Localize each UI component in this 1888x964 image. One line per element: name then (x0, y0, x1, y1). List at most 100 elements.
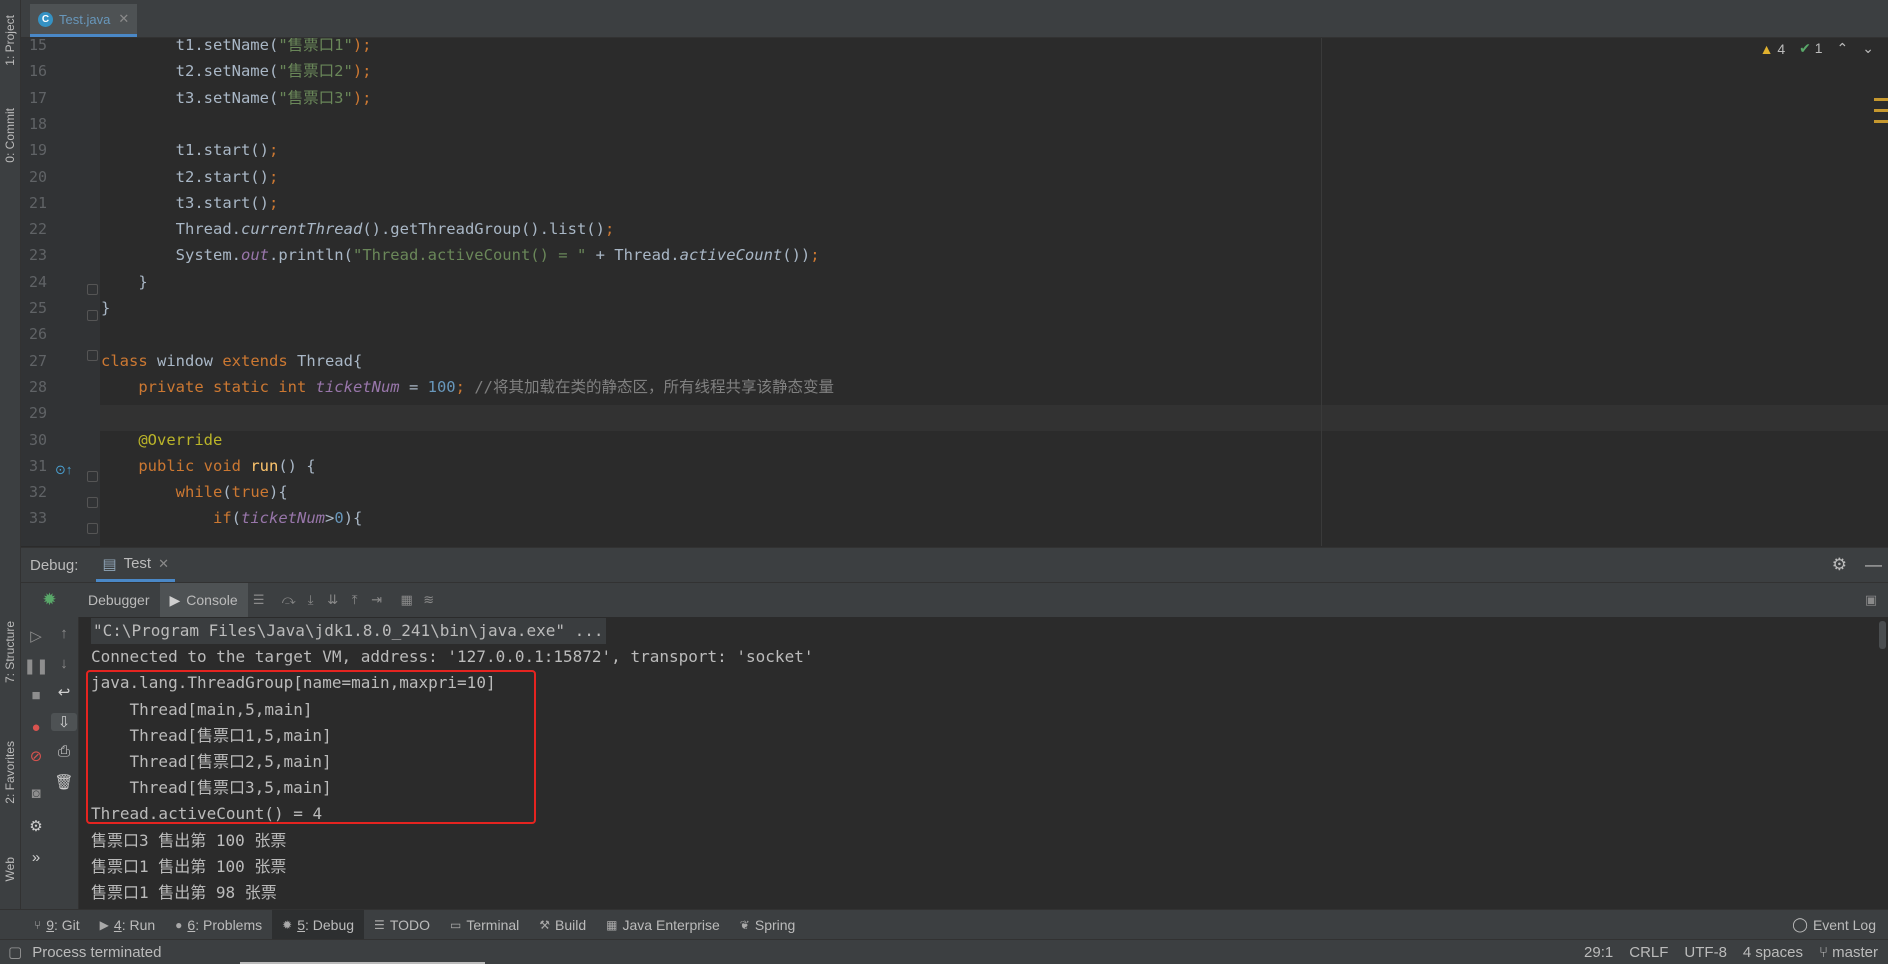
camera-icon[interactable]: ◙ (23, 785, 49, 802)
error-stripe[interactable] (1874, 98, 1888, 131)
previous-highlight-icon[interactable]: ⌃ (1837, 40, 1849, 57)
speech-bubble-icon: ◯ (1792, 916, 1808, 932)
soft-wrap-icon[interactable]: ↩ (51, 683, 77, 701)
tool-window-terminal[interactable]: ▭ Terminal (440, 910, 529, 939)
fold-marker[interactable] (87, 471, 98, 482)
inspections-widget[interactable]: ▲ 4 ✔ 1 ⌃ ⌄ (1760, 40, 1874, 57)
commit-tool-tab[interactable]: 0: Commit (0, 96, 20, 174)
warning-icon: ▲ (1759, 40, 1774, 57)
code-token: () { (278, 456, 316, 475)
layout-menu-icon[interactable]: ☰ (248, 592, 270, 608)
trace-stream-icon[interactable]: ≋ (418, 592, 440, 608)
code-line: t2.setName("售票口2"); (101, 58, 372, 84)
web-tab-label: Web (3, 856, 17, 882)
git-branch-widget[interactable]: ⑂ master (1819, 944, 1878, 961)
file-encoding[interactable]: UTF-8 (1684, 944, 1727, 961)
line-number: 17 (28, 88, 47, 107)
tool-window-bug[interactable]: ✹ 5: Debug (272, 910, 365, 939)
console-output[interactable]: "C:\Program Files\Java\jdk1.8.0_241\bin\… (79, 617, 1888, 909)
git-branch: master (1832, 943, 1878, 961)
resume-icon[interactable]: ▷ (23, 627, 49, 645)
tool-windows-bar: ⑂ 9: Git ▶ 4: Run ● 6: Problems ✹ 5: Debug ☰ TODO… (0, 909, 1888, 939)
project-tool-tab[interactable]: 1: Project (0, 4, 20, 76)
java-class-icon: C (38, 11, 53, 27)
highlight-box (86, 670, 536, 824)
settings-icon[interactable]: ⚙ (23, 817, 49, 835)
status-window-icon[interactable]: ▢ (8, 943, 22, 961)
warning-mark[interactable] (1874, 120, 1888, 123)
tool-window-hammer[interactable]: ⚒ Build (529, 910, 596, 939)
pause-icon[interactable]: ❚❚ (23, 657, 49, 675)
tool-window-problems[interactable]: ● 6: Problems (165, 910, 272, 939)
next-highlight-icon[interactable]: ⌄ (1862, 40, 1874, 57)
fold-marker[interactable] (87, 523, 98, 534)
warning-mark[interactable] (1874, 109, 1888, 112)
event-log-button[interactable]: ◯ Event Log (1792, 910, 1876, 939)
step-over-icon[interactable]: ⤼ (278, 592, 300, 608)
fold-marker[interactable] (87, 497, 98, 508)
line-separator[interactable]: CRLF (1629, 944, 1668, 961)
web-tool-tab[interactable]: Web (0, 842, 20, 896)
minimize-icon[interactable]: — (1865, 555, 1882, 575)
fold-marker[interactable] (87, 284, 98, 295)
favorites-tool-tab[interactable]: 2: Favorites (0, 725, 20, 820)
console-scrollbar[interactable] (1879, 621, 1886, 649)
mute-breakpoints-icon[interactable]: ⊘ (23, 747, 49, 765)
tool-window-label: 9: Git (46, 916, 80, 933)
editor-tab-bar: C Test.java ✕ (21, 0, 1888, 38)
gear-icon[interactable]: ⚙ (1832, 555, 1847, 575)
evaluate-expression-icon[interactable]: ▦ (396, 592, 418, 608)
run-to-cursor-icon[interactable]: ⇥ (366, 592, 388, 608)
step-out-icon[interactable]: ⤒ (344, 592, 366, 608)
tool-window-enterprise[interactable]: ▦ Java Enterprise (596, 910, 730, 939)
code-editor[interactable]: 15 16 17 18 19 20 21 22 23 24 25 26 27 28 29 30 31 32 33 t… (21, 38, 1888, 546)
more-icon[interactable]: » (23, 849, 49, 866)
tool-window-list[interactable]: ☰ TODO (364, 910, 440, 939)
step-into-icon[interactable]: ⤓ (300, 592, 322, 608)
trash-icon[interactable]: 🗑 (51, 773, 77, 791)
tab-console[interactable]: ▶ Console (159, 583, 248, 617)
code-token: ( (222, 483, 232, 502)
debug-header: Debug: ▤ Test ✕ ⚙ — (21, 547, 1888, 582)
override-gutter-icon[interactable]: ⊙↑ (55, 462, 72, 478)
warning-mark[interactable] (1874, 98, 1888, 101)
tool-window-run[interactable]: ▶ 4: Run (90, 910, 166, 939)
indent-setting[interactable]: 4 spaces (1743, 944, 1803, 961)
code-token: 0 (334, 509, 344, 528)
fold-marker[interactable] (87, 310, 98, 321)
caret-position[interactable]: 29:1 (1584, 944, 1613, 961)
close-icon[interactable]: ✕ (118, 11, 129, 27)
code-token: "Thread.activeCount() = " (352, 246, 587, 265)
up-arrow-icon[interactable]: ↑ (51, 625, 77, 642)
force-step-into-icon[interactable]: ⇊ (322, 592, 344, 608)
branch-icon: ⑂ (1818, 943, 1828, 961)
structure-tab-label: 7: Structure (3, 620, 17, 684)
code-token: ; (455, 377, 475, 396)
tool-window-label: 5: Debug (297, 916, 355, 933)
commit-tab-label: 0: Commit (3, 107, 17, 163)
editor-tab-test-java[interactable]: C Test.java ✕ (30, 4, 138, 37)
fold-marker[interactable] (87, 350, 98, 361)
view-breakpoints-icon[interactable]: ● (23, 719, 49, 736)
terminal-icon: ▭ (450, 917, 462, 932)
close-icon[interactable]: ✕ (158, 556, 169, 572)
scroll-to-end-icon[interactable]: ⇩ (51, 713, 77, 731)
restore-layout-icon[interactable]: ▣ (1860, 592, 1882, 608)
down-arrow-icon[interactable]: ↓ (51, 655, 77, 672)
line-number: 23 (28, 246, 47, 265)
print-icon[interactable]: ⎙ (51, 743, 77, 760)
debug-session-tab[interactable]: ▤ Test ✕ (96, 548, 175, 582)
rerun-debug-icon[interactable]: ✹ (21, 590, 78, 610)
code-token: ticketNum (241, 509, 325, 528)
code-line: t2.start(); (101, 164, 279, 190)
tab-debugger[interactable]: Debugger (78, 583, 160, 617)
structure-tool-tab[interactable]: 7: Structure (0, 604, 20, 700)
tool-window-label: TODO (389, 916, 431, 933)
stop-icon[interactable]: ■ (23, 687, 49, 704)
line-number: 19 (28, 141, 47, 160)
tool-window-spring[interactable]: ❦ Spring (730, 910, 806, 939)
code-token: "售票口3" (278, 88, 353, 107)
tool-window-git[interactable]: ⑂ 9: Git (24, 910, 90, 939)
code-token: activeCount (679, 246, 783, 265)
favorites-tab-label: 2: Favorites (3, 741, 17, 804)
